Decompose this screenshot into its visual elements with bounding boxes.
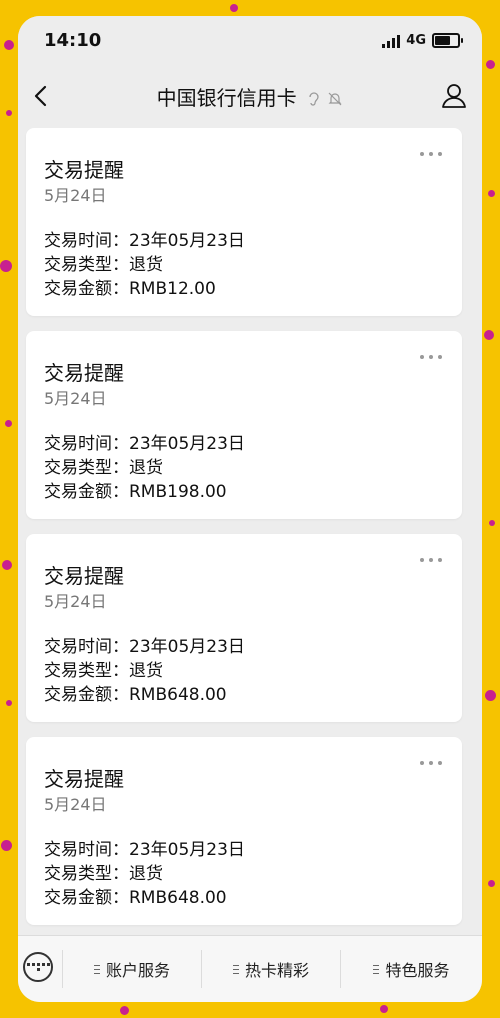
nav-title-area: 中国银行信用卡: [18, 82, 482, 112]
card-date: 5月24日: [44, 592, 107, 611]
row-value: 退货: [129, 458, 163, 478]
row-label: 交易时间：: [44, 840, 129, 860]
transaction-type-row: 交易类型：退货: [44, 859, 163, 884]
message-feed[interactable]: 交易提醒 5月24日 交易时间：23年05月23日 交易类型：退货 交易金额：R…: [18, 128, 482, 936]
transaction-type-row: 交易类型：退货: [44, 250, 163, 275]
message-card: 交易提醒 5月24日 交易时间：23年05月23日 交易类型：退货 交易金额：R…: [26, 331, 462, 519]
status-time: 14:10: [44, 30, 102, 51]
row-label: 交易时间：: [44, 637, 129, 657]
row-value: 23年05月23日: [129, 840, 245, 860]
ear-icon: [309, 91, 319, 106]
row-value: 退货: [129, 255, 163, 275]
row-label: 交易金额：: [44, 482, 129, 502]
nav-bar: 中国银行信用卡: [18, 68, 482, 124]
network-label: 4G: [406, 33, 426, 48]
card-date: 5月24日: [44, 186, 107, 205]
more-options-icon[interactable]: [420, 355, 442, 361]
row-label: 交易时间：: [44, 231, 129, 251]
row-value: 退货: [129, 661, 163, 681]
keyboard-toggle-button[interactable]: [18, 936, 62, 1002]
transaction-amount-row: 交易金额：RMB12.00: [44, 274, 216, 299]
signal-icon: [382, 34, 401, 48]
row-value: RMB648.00: [129, 888, 227, 908]
message-card: 交易提醒 5月24日 交易时间：23年05月23日 交易类型：退货 交易金额：R…: [26, 737, 462, 925]
transaction-amount-row: 交易金额：RMB648.00: [44, 680, 227, 705]
card-date: 5月24日: [44, 795, 107, 814]
menu-list-icon: [232, 964, 239, 974]
transaction-type-row: 交易类型：退货: [44, 656, 163, 681]
row-value: 23年05月23日: [129, 231, 245, 251]
status-bar: 14:10 4G: [18, 16, 482, 68]
bottom-menu-bar: 账户服务 热卡精彩 特色服务: [18, 935, 482, 1002]
transaction-time-row: 交易时间：23年05月23日: [44, 835, 245, 860]
battery-icon: [432, 33, 463, 48]
status-indicators: 4G: [382, 33, 463, 48]
more-options-icon[interactable]: [420, 558, 442, 564]
row-label: 交易金额：: [44, 888, 129, 908]
row-label: 交易类型：: [44, 661, 129, 681]
card-title: 交易提醒: [44, 361, 124, 385]
title-status-icons: [307, 88, 343, 112]
menu-label: 特色服务: [385, 961, 450, 980]
row-value: 23年05月23日: [129, 637, 245, 657]
row-label: 交易类型：: [44, 458, 129, 478]
card-title: 交易提醒: [44, 767, 124, 791]
row-value: RMB648.00: [129, 685, 227, 705]
keyboard-icon: [23, 952, 53, 982]
message-card: 交易提醒 5月24日 交易时间：23年05月23日 交易类型：退货 交易金额：R…: [26, 534, 462, 722]
menu-list-icon: [93, 964, 100, 974]
more-options-icon[interactable]: [420, 761, 442, 767]
row-value: RMB198.00: [129, 482, 227, 502]
transaction-amount-row: 交易金额：RMB648.00: [44, 883, 227, 908]
more-options-icon[interactable]: [420, 152, 442, 158]
menu-list-icon: [373, 964, 380, 974]
mute-bell-icon: [328, 92, 342, 105]
menu-account-services[interactable]: 账户服务: [63, 936, 201, 1002]
row-value: 退货: [129, 864, 163, 884]
row-label: 交易类型：: [44, 864, 129, 884]
menu-label: 账户服务: [105, 961, 170, 980]
row-value: 23年05月23日: [129, 434, 245, 454]
row-label: 交易金额：: [44, 685, 129, 705]
row-label: 交易时间：: [44, 434, 129, 454]
message-card: 交易提醒 5月24日 交易时间：23年05月23日 交易类型：退货 交易金额：R…: [26, 128, 462, 316]
row-label: 交易金额：: [44, 279, 129, 299]
transaction-type-row: 交易类型：退货: [44, 453, 163, 478]
transaction-time-row: 交易时间：23年05月23日: [44, 429, 245, 454]
phone-screen: 14:10 4G 中国银行信用卡 交易提醒 5月24日 交易时间：23年05月2…: [18, 16, 482, 1002]
card-title: 交易提醒: [44, 564, 124, 588]
transaction-time-row: 交易时间：23年05月23日: [44, 632, 245, 657]
menu-hot-cards[interactable]: 热卡精彩: [202, 936, 340, 1002]
card-date: 5月24日: [44, 389, 107, 408]
row-value: RMB12.00: [129, 279, 216, 299]
menu-featured-services[interactable]: 特色服务: [341, 936, 482, 1002]
page-title: 中国银行信用卡: [156, 86, 297, 110]
profile-icon[interactable]: [438, 80, 470, 112]
transaction-amount-row: 交易金额：RMB198.00: [44, 477, 227, 502]
card-title: 交易提醒: [44, 158, 124, 182]
menu-label: 热卡精彩: [244, 961, 309, 980]
row-label: 交易类型：: [44, 255, 129, 275]
transaction-time-row: 交易时间：23年05月23日: [44, 226, 245, 251]
